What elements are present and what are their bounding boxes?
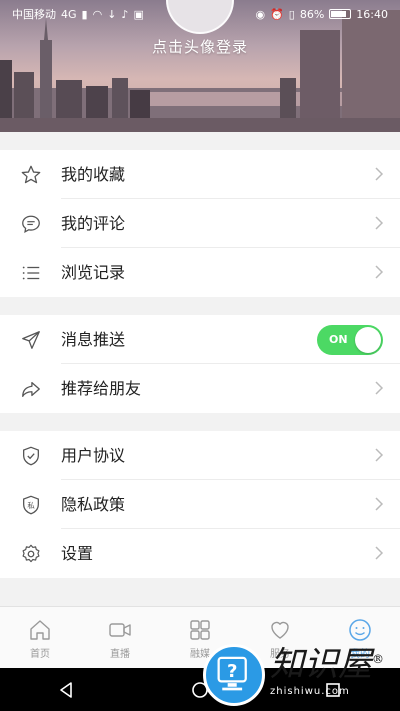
network-type-label: 4G	[61, 7, 77, 21]
menu-item-privacy-policy[interactable]: 私 隐私政策	[0, 480, 400, 529]
menu-item-label: 消息推送	[61, 330, 126, 349]
toggle-state-label: ON	[329, 333, 348, 346]
battery-icon	[329, 9, 352, 19]
vibrate-icon: ▯	[288, 7, 295, 21]
chevron-right-icon	[375, 546, 384, 560]
menu-item-label: 用户协议	[61, 446, 126, 465]
chevron-right-icon	[375, 381, 384, 395]
menu-item-label: 设置	[61, 544, 94, 563]
share-icon	[22, 381, 40, 397]
history-list-icon	[22, 266, 40, 280]
menu-item-label: 我的收藏	[61, 165, 126, 184]
watermark-logo: ?	[203, 644, 265, 706]
shield-check-icon	[23, 446, 39, 466]
menu-item-history[interactable]: 浏览记录	[0, 248, 400, 297]
chevron-right-icon	[375, 265, 384, 279]
push-notification-toggle[interactable]: ON	[317, 325, 383, 355]
tab-live[interactable]: 直播	[80, 607, 160, 668]
menu-group-notifications: 消息推送 ON 推荐给朋友	[0, 315, 400, 413]
app-notification-icon: ♪	[121, 7, 129, 21]
menu-item-recommend-friends[interactable]: 推荐给朋友	[0, 364, 400, 413]
privacy-icon-text: 私	[27, 501, 35, 510]
home-icon	[30, 620, 50, 640]
app-notification-icon-2: ▣	[133, 7, 144, 21]
menu-item-label: 浏览记录	[61, 263, 126, 282]
menu-item-comments[interactable]: 我的评论	[0, 199, 400, 248]
profile-header: 中国移动 4G ▮ ◠ ↓ ♪ ▣ ◉ ⏰ ▯ 86% 16:40 点击头像登录	[0, 0, 400, 132]
watermark-site: zhishiwu.com	[270, 686, 350, 698]
registered-mark: ®	[372, 652, 384, 666]
download-icon: ↓	[107, 7, 117, 21]
send-icon	[22, 331, 40, 349]
alarm-icon: ⏰	[270, 7, 284, 21]
star-icon	[21, 165, 41, 184]
question-monitor-icon: ?	[217, 656, 247, 691]
menu-item-label: 我的评论	[61, 214, 126, 233]
chevron-right-icon	[375, 497, 384, 511]
login-prompt[interactable]: 点击头像登录	[0, 36, 400, 57]
comment-icon	[22, 215, 40, 233]
menu-item-push-notifications: 消息推送 ON	[0, 315, 400, 364]
chevron-right-icon	[375, 167, 384, 181]
watermark-title: 知识屋	[270, 644, 372, 685]
grid-icon	[190, 620, 210, 640]
tab-home[interactable]: 首页	[0, 607, 80, 668]
menu-item-label: 推荐给朋友	[61, 379, 142, 398]
battery-percent: 86%	[299, 7, 325, 21]
back-icon[interactable]	[57, 680, 77, 700]
menu-group-personal: 我的收藏 我的评论 浏览记录	[0, 150, 400, 297]
menu-item-label: 隐私政策	[61, 495, 126, 514]
privacy-shield-icon: 私	[23, 495, 39, 515]
chevron-right-icon	[375, 448, 384, 462]
watermark-text: 知识屋® zhishiwu.com	[270, 640, 384, 697]
tab-label: 直播	[110, 649, 130, 660]
svg-text:?: ?	[227, 661, 237, 682]
eye-icon: ◉	[255, 7, 266, 21]
chevron-right-icon	[375, 216, 384, 230]
menu-item-settings[interactable]: 设置	[0, 529, 400, 578]
menu-item-favorites[interactable]: 我的收藏	[0, 150, 400, 199]
video-camera-icon	[109, 623, 131, 637]
clock-time: 16:40	[356, 7, 388, 21]
menu-group-legal: 用户协议 私 隐私政策 设置	[0, 431, 400, 578]
wifi-icon: ◠	[92, 7, 103, 21]
tab-label: 首页	[30, 649, 50, 660]
menu-item-user-agreement[interactable]: 用户协议	[0, 431, 400, 480]
gear-icon	[22, 544, 40, 563]
toggle-knob	[355, 327, 381, 353]
signal-icon: ▮	[81, 7, 88, 21]
carrier-label: 中国移动	[12, 7, 56, 21]
status-bar: 中国移动 4G ▮ ◠ ↓ ♪ ▣ ◉ ⏰ ▯ 86% 16:40	[0, 0, 400, 28]
